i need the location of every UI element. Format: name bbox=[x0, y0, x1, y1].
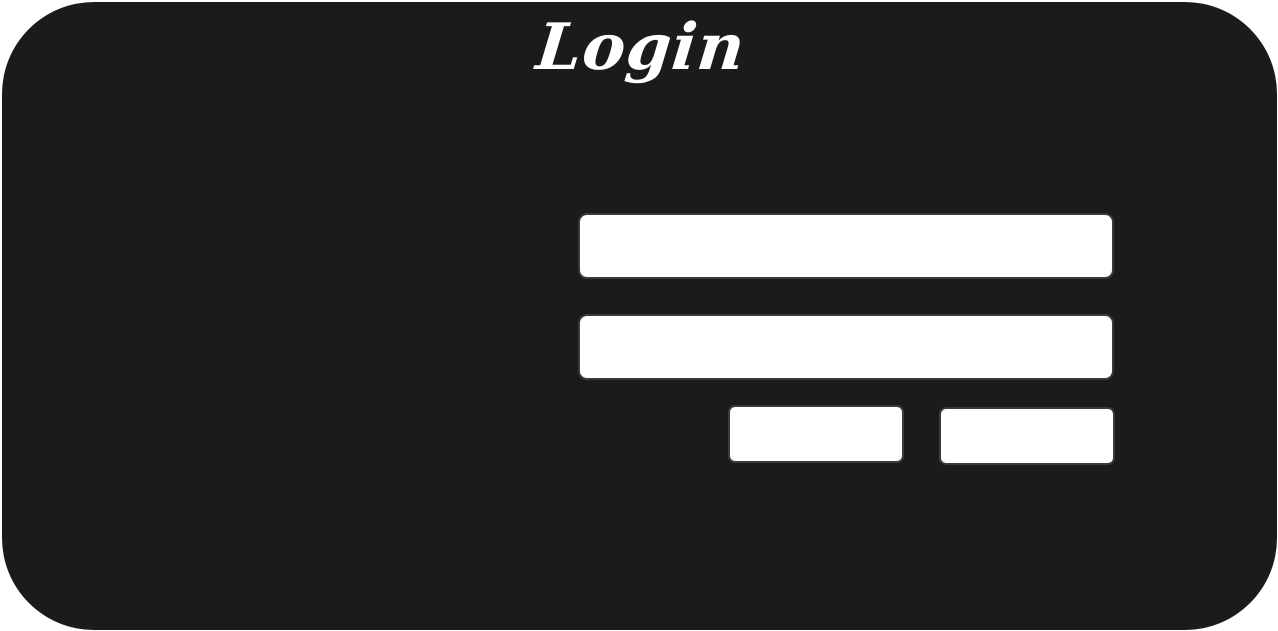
username-input[interactable] bbox=[578, 213, 1114, 279]
login-panel: Login bbox=[2, 2, 1277, 630]
login-button[interactable] bbox=[728, 405, 904, 463]
login-title: Login bbox=[532, 10, 750, 85]
secondary-button[interactable] bbox=[939, 407, 1115, 465]
password-input[interactable] bbox=[578, 314, 1114, 380]
